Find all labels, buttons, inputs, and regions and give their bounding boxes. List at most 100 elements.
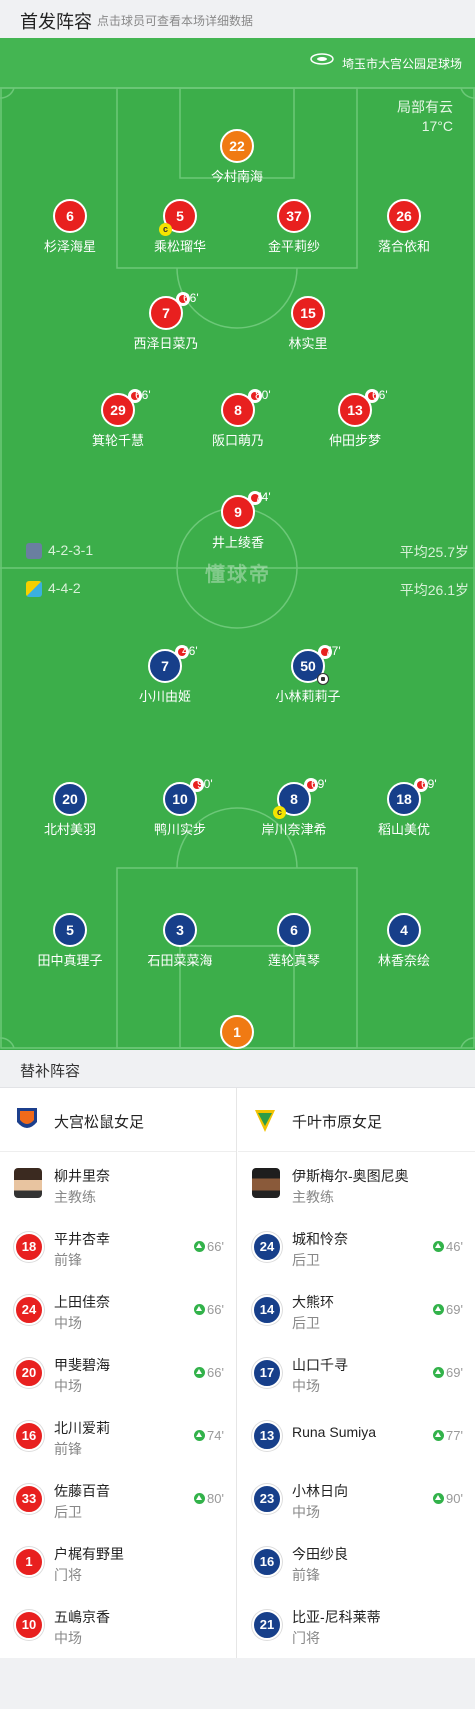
weather-condition: 局部有云 xyxy=(397,99,453,115)
home-team-name: 大宫松鼠女足 xyxy=(54,1114,145,1131)
sub-in-text: 80' xyxy=(207,1491,224,1506)
home-player-9[interactable]: 8 80' 阪口萌乃 xyxy=(183,388,293,449)
sub-row[interactable]: 20 甲斐碧海 中场 66' xyxy=(0,1341,236,1404)
home-team-row[interactable]: 大宫松鼠女足 xyxy=(0,1088,236,1152)
sub-in-icon xyxy=(433,1304,445,1315)
player-number: 5c xyxy=(159,199,197,236)
home-player-4[interactable]: 37 金平莉纱 xyxy=(239,199,349,255)
sub-number: 23 xyxy=(252,1484,282,1514)
player-number: 8 xyxy=(221,389,262,427)
sub-row[interactable]: 33 佐藤百音 后卫 80' xyxy=(0,1467,236,1530)
sub-name: 今田纱良 xyxy=(292,1546,348,1562)
home-player-1[interactable]: 22 今村南海 xyxy=(182,129,292,185)
away-subs-column: 千叶市原女足 伊斯梅尔-奥图尼奥 主教练 24 城和怜奈 后卫 46' 14 大熊环 后卫 69'… xyxy=(238,1088,475,1658)
sub-row[interactable]: 24 城和怜奈 后卫 46' xyxy=(238,1215,475,1278)
home-formation: 4-2-3-1 xyxy=(26,542,93,560)
coach-name: 伊斯梅尔-奥图尼奥 xyxy=(292,1168,409,1184)
sub-in-text: 69' xyxy=(446,1302,463,1317)
sub-row[interactable]: 21 比亚-尼科莱蒂 门将 xyxy=(238,1593,475,1656)
sub-row[interactable]: 16 北川爱莉 前锋 74' xyxy=(0,1404,236,1467)
player-number: 22 xyxy=(220,129,254,163)
home-player-8[interactable]: 29 66' 箕轮千慧 xyxy=(63,388,173,449)
sub-in-text: 69' xyxy=(446,1365,463,1380)
player-number: 20 xyxy=(53,782,87,816)
sub-number: 18 xyxy=(14,1232,44,1262)
subs-header: 替补阵容 xyxy=(0,1050,475,1088)
away-player-9[interactable]: 6 莲轮真琴 xyxy=(239,913,349,969)
player-name: 林实里 xyxy=(288,336,328,351)
sub-row[interactable]: 18 平井杏幸 前锋 66' xyxy=(0,1215,236,1278)
player-name: 鸭川实步 xyxy=(153,822,206,837)
sub-in-icon xyxy=(194,1304,206,1315)
player-name: 田中真理子 xyxy=(37,953,103,968)
player-number: 4 xyxy=(387,913,421,947)
lineup-title: 首发阵容 xyxy=(20,12,92,32)
stadium-icon xyxy=(310,52,334,71)
omiya-logo-icon xyxy=(17,1108,37,1128)
sub-position: 后卫 xyxy=(292,1315,320,1331)
player-number: 7 xyxy=(149,292,190,330)
home-subs-column: 大宫松鼠女足 柳井里奈 主教练 18 平井杏幸 前锋 66' 24 上田佳奈 中场 66' 20 甲斐… xyxy=(0,1088,237,1658)
sub-in-minute: 74' xyxy=(194,1428,224,1443)
sub-position: 门将 xyxy=(54,1567,82,1583)
sub-in-text: 74' xyxy=(207,1428,224,1443)
sub-position: 中场 xyxy=(292,1504,320,1520)
sub-position: 中场 xyxy=(292,1378,320,1394)
away-player-10[interactable]: 4 林香奈绘 xyxy=(349,913,459,969)
player-name: 仲田步梦 xyxy=(328,433,381,448)
sub-position: 后卫 xyxy=(54,1504,82,1520)
player-name: 金平莉纱 xyxy=(267,239,320,254)
away-player-11[interactable]: 1望月亚理沙 xyxy=(182,1015,292,1050)
away-player-5[interactable]: 8 c 69' 岸川奈津希 xyxy=(239,777,349,838)
away-team-crest-icon xyxy=(26,581,42,598)
sub-number: 24 xyxy=(14,1295,44,1325)
sub-number: 10 xyxy=(14,1610,44,1640)
away-player-2[interactable]: 50 77' 小林莉莉子 xyxy=(253,644,363,705)
sub-row[interactable]: 23 小林日向 中场 90' xyxy=(238,1467,475,1530)
right-coach-row[interactable]: 伊斯梅尔-奥图尼奥 主教练 xyxy=(238,1152,475,1215)
home-player-7[interactable]: 15 林实里 xyxy=(253,296,363,352)
sub-minute: 90' xyxy=(197,777,213,791)
sub-row[interactable]: 16 今田纱良 前锋 xyxy=(238,1530,475,1593)
player-number: 6 xyxy=(53,199,87,233)
sub-minute: 66' xyxy=(135,388,151,402)
sub-in-icon xyxy=(194,1367,206,1378)
away-player-8[interactable]: 3 石田菜菜海 xyxy=(125,913,235,969)
sub-minute: 69' xyxy=(421,777,437,791)
home-player-5[interactable]: 26 落合依和 xyxy=(349,199,459,255)
sub-row[interactable]: 10 五嶋京香 中场 xyxy=(0,1593,236,1656)
sub-in-minute: 90' xyxy=(433,1491,463,1506)
away-player-3[interactable]: 20 北村美羽 xyxy=(15,782,125,838)
coach-role: 主教练 xyxy=(292,1189,334,1205)
sub-name: 山口千寻 xyxy=(292,1357,348,1373)
player-number: 9 xyxy=(221,491,262,529)
sub-row[interactable]: 24 上田佳奈 中场 66' xyxy=(0,1278,236,1341)
home-player-6[interactable]: 7 66' 西泽日菜乃 xyxy=(111,291,221,352)
sub-row[interactable]: 13 Runa Sumiya 77' xyxy=(238,1404,475,1467)
home-player-3[interactable]: 5 c 乘松瑠华 xyxy=(125,199,235,255)
sub-in-minute: 69' xyxy=(433,1302,463,1317)
away-player-1[interactable]: 7 46' 小川由姬 xyxy=(110,644,220,705)
home-player-11[interactable]: 9 74' 井上绫香 xyxy=(183,490,293,551)
home-player-2[interactable]: 6 杉泽海星 xyxy=(15,199,125,255)
home-player-10[interactable]: 13 66' 仲田步梦 xyxy=(300,388,410,449)
pitch: 埼玉市大宫公园足球场 局部有云 17°C 4-2-3-1 平均25.7岁 懂球帝… xyxy=(0,38,475,1050)
goal-ball-icon xyxy=(317,673,329,685)
sub-row[interactable]: 1 户梶有野里 门将 xyxy=(0,1530,236,1593)
sub-name: 佐藤百音 xyxy=(54,1483,110,1499)
sub-number: 16 xyxy=(14,1421,44,1451)
player-number: 1 xyxy=(220,1015,254,1049)
away-team-row[interactable]: 千叶市原女足 xyxy=(238,1088,475,1152)
sub-row[interactable]: 17 山口千寻 中场 69' xyxy=(238,1341,475,1404)
player-name: 小川由姬 xyxy=(138,689,191,704)
away-player-7[interactable]: 5 田中真理子 xyxy=(15,913,125,969)
player-name: 稻山美优 xyxy=(377,822,430,837)
sub-name: 上田佳奈 xyxy=(54,1294,110,1310)
lineup-hint: 点击球员可查看本场详细数据 xyxy=(97,14,254,28)
away-player-6[interactable]: 18 69' 稻山美优 xyxy=(349,777,459,838)
away-player-4[interactable]: 10 90' 鸭川实步 xyxy=(125,777,235,838)
sub-name: 户梶有野里 xyxy=(54,1546,124,1562)
sub-row[interactable]: 14 大熊环 后卫 69' xyxy=(238,1278,475,1341)
left-coach-row[interactable]: 柳井里奈 主教练 xyxy=(0,1152,236,1215)
sub-number: 13 xyxy=(252,1421,282,1451)
